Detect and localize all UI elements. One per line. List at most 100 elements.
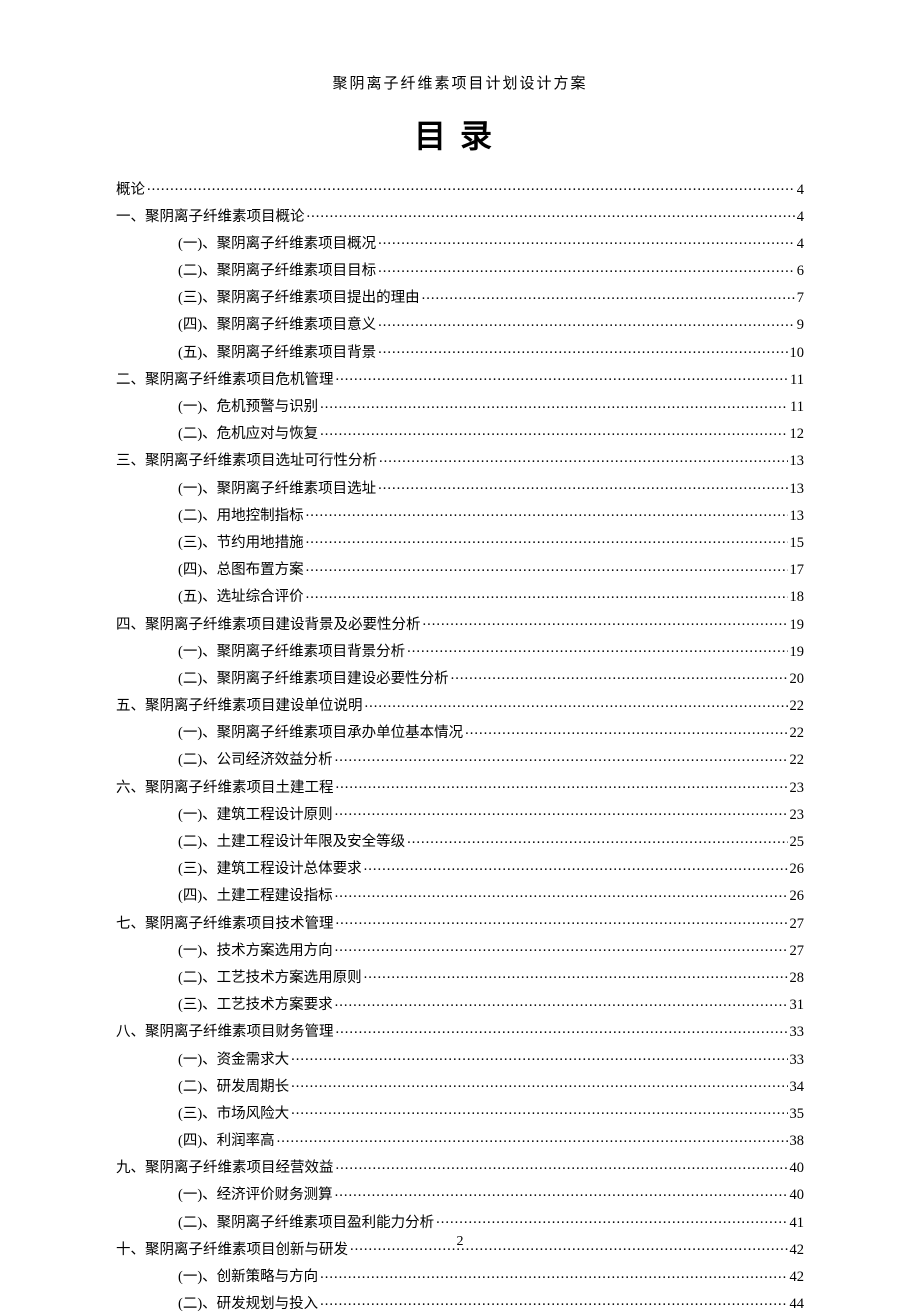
toc-entry-page: 35 bbox=[790, 1107, 805, 1122]
toc-entry: 一、聚阴离子纤维素项目概论4 bbox=[116, 206, 804, 224]
page-header: 聚阴离子纤维素项目计划设计方案 bbox=[116, 72, 804, 93]
toc-entry-label: (二)、公司经济效益分析 bbox=[178, 753, 333, 768]
toc-entry: (一)、创新策略与方向 42 bbox=[116, 1267, 804, 1285]
toc-entry-page: 22 bbox=[790, 699, 805, 714]
toc-entry: (二)、聚阴离子纤维素项目目标6 bbox=[116, 261, 804, 279]
toc-entry: 三、聚阴离子纤维素项目选址可行性分析13 bbox=[116, 451, 804, 469]
toc-leader-dots bbox=[336, 913, 788, 928]
toc-entry-label: (三)、工艺技术方案要求 bbox=[178, 998, 333, 1013]
toc-entry-label: 七、聚阴离子纤维素项目技术管理 bbox=[116, 917, 334, 932]
document-page: 聚阴离子纤维素项目计划设计方案 目录 概论4一、聚阴离子纤维素项目概论4(一)、… bbox=[0, 0, 920, 1312]
toc-entry-label: (二)、工艺技术方案选用原则 bbox=[178, 971, 362, 986]
toc-entry: (二)、公司经济效益分析 22 bbox=[116, 750, 804, 768]
toc-leader-dots bbox=[320, 1294, 787, 1309]
toc-entry-page: 22 bbox=[790, 726, 805, 741]
toc-entry-page: 41 bbox=[790, 1216, 805, 1231]
toc-entry-label: 四、聚阴离子纤维素项目建设背景及必要性分析 bbox=[116, 618, 421, 633]
toc-leader-dots bbox=[423, 614, 788, 629]
toc-entry-label: (四)、利润率高 bbox=[178, 1134, 275, 1149]
toc-leader-dots bbox=[336, 1158, 788, 1173]
toc-entry: (一)、聚阴离子纤维素项目背景分析 19 bbox=[116, 641, 804, 659]
toc-entry-page: 15 bbox=[790, 536, 805, 551]
toc-entry-page: 7 bbox=[797, 291, 804, 306]
toc-entry-page: 27 bbox=[790, 944, 805, 959]
toc-entry-label: (三)、节约用地措施 bbox=[178, 536, 304, 551]
toc-entry-page: 33 bbox=[790, 1025, 805, 1040]
toc-entry-page: 26 bbox=[790, 889, 805, 904]
toc-entry-page: 13 bbox=[790, 482, 805, 497]
toc-leader-dots bbox=[451, 668, 788, 683]
toc-leader-dots bbox=[365, 696, 788, 711]
toc-entry-page: 44 bbox=[790, 1297, 805, 1312]
toc-leader-dots bbox=[364, 967, 788, 982]
toc-entry-page: 4 bbox=[797, 210, 804, 225]
toc-entry-page: 22 bbox=[790, 753, 805, 768]
toc-entry: (三)、市场风险大 35 bbox=[116, 1103, 804, 1121]
toc-entry-page: 11 bbox=[790, 373, 804, 388]
toc-leader-dots bbox=[336, 369, 789, 384]
toc-leader-dots bbox=[422, 288, 795, 303]
toc-entry-page: 4 bbox=[797, 183, 804, 198]
toc-entry-page: 11 bbox=[790, 400, 804, 415]
toc-entry-page: 31 bbox=[790, 998, 805, 1013]
toc-entry-page: 20 bbox=[790, 672, 805, 687]
toc-entry: (二)、研发周期长34 bbox=[116, 1076, 804, 1094]
toc-entry-page: 23 bbox=[790, 808, 805, 823]
toc-entry-page: 9 bbox=[797, 318, 804, 333]
toc-entry: (三)、工艺技术方案要求 31 bbox=[116, 995, 804, 1013]
toc-entry-page: 26 bbox=[790, 862, 805, 877]
toc-entry-label: (一)、聚阴离子纤维素项目选址 bbox=[178, 482, 376, 497]
toc-entry-label: (三)、建筑工程设计总体要求 bbox=[178, 862, 362, 877]
toc-entry: (四)、总图布置方案17 bbox=[116, 560, 804, 578]
toc-leader-dots bbox=[364, 859, 788, 874]
toc-entry-label: (一)、技术方案选用方向 bbox=[178, 944, 333, 959]
toc-leader-dots bbox=[378, 315, 795, 330]
toc-leader-dots bbox=[335, 1185, 788, 1200]
toc-entry-label: 九、聚阴离子纤维素项目经营效益 bbox=[116, 1161, 334, 1176]
toc-leader-dots bbox=[306, 532, 788, 547]
toc-entry-label: (一)、聚阴离子纤维素项目背景分析 bbox=[178, 645, 405, 660]
toc-entry-label: (二)、土建工程设计年限及安全等级 bbox=[178, 835, 405, 850]
toc-entry-page: 25 bbox=[790, 835, 805, 850]
toc-entry-page: 28 bbox=[790, 971, 805, 986]
toc-entry: (四)、土建工程建设指标 26 bbox=[116, 886, 804, 904]
toc-leader-dots bbox=[306, 587, 788, 602]
toc-entry-label: (二)、用地控制指标 bbox=[178, 509, 304, 524]
toc-entry-page: 19 bbox=[790, 645, 805, 660]
toc-entry-label: (一)、创新策略与方向 bbox=[178, 1270, 318, 1285]
toc-entry: 七、聚阴离子纤维素项目技术管理27 bbox=[116, 913, 804, 931]
toc-entry-label: (二)、研发周期长 bbox=[178, 1080, 289, 1095]
toc-entry: (二)、土建工程设计年限及安全等级 25 bbox=[116, 832, 804, 850]
toc-leader-dots bbox=[277, 1131, 788, 1146]
toc-leader-dots bbox=[306, 560, 788, 575]
toc-entry-label: 八、聚阴离子纤维素项目财务管理 bbox=[116, 1025, 334, 1040]
toc-entry-label: (四)、土建工程建设指标 bbox=[178, 889, 333, 904]
toc-entry-page: 38 bbox=[790, 1134, 805, 1149]
toc-leader-dots bbox=[320, 1267, 787, 1282]
toc-leader-dots bbox=[335, 750, 788, 765]
toc-entry: 二、聚阴离子纤维素项目危机管理 11 bbox=[116, 369, 804, 387]
toc-leader-dots bbox=[147, 179, 795, 194]
toc-entry: 八、聚阴离子纤维素项目财务管理 33 bbox=[116, 1022, 804, 1040]
toc-entry: (二)、危机应对与恢复12 bbox=[116, 424, 804, 442]
toc-entry: (三)、聚阴离子纤维素项目提出的理由7 bbox=[116, 288, 804, 306]
toc-entry-page: 17 bbox=[790, 563, 805, 578]
toc-entry-label: (二)、聚阴离子纤维素项目建设必要性分析 bbox=[178, 672, 449, 687]
toc-entry-page: 42 bbox=[790, 1270, 805, 1285]
toc-entry: (一)、聚阴离子纤维素项目承办单位基本情况22 bbox=[116, 723, 804, 741]
toc-entry-label: (三)、市场风险大 bbox=[178, 1107, 289, 1122]
toc-leader-dots bbox=[291, 1076, 787, 1091]
toc-leader-dots bbox=[336, 777, 788, 792]
toc-leader-dots bbox=[407, 641, 787, 656]
toc-entry: 六、聚阴离子纤维素项目土建工程23 bbox=[116, 777, 804, 795]
toc-entry-label: 二、聚阴离子纤维素项目危机管理 bbox=[116, 373, 334, 388]
toc-entry-page: 12 bbox=[790, 427, 805, 442]
toc-entry: (二)、用地控制指标13 bbox=[116, 505, 804, 523]
toc-leader-dots bbox=[335, 886, 788, 901]
toc-entry: 九、聚阴离子纤维素项目经营效益40 bbox=[116, 1158, 804, 1176]
toc-leader-dots bbox=[291, 1103, 787, 1118]
toc-leader-dots bbox=[335, 940, 788, 955]
toc-entry: (五)、聚阴离子纤维素项目背景10 bbox=[116, 342, 804, 360]
toc-entry-label: (一)、资金需求大 bbox=[178, 1053, 289, 1068]
toc-leader-dots bbox=[320, 424, 787, 439]
